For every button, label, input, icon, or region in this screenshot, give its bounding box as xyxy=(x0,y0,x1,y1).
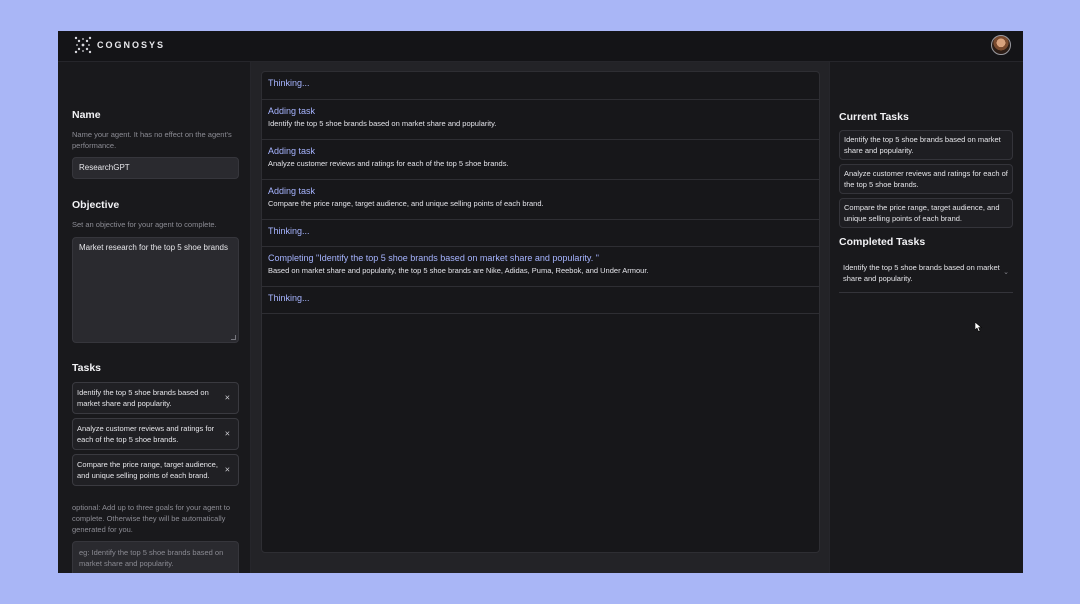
app-window: COGNOSYS Name Name your agent. It has no… xyxy=(58,31,1023,573)
agent-log[interactable]: Thinking... Adding task Identify the top… xyxy=(261,71,820,553)
task-chip-label: Identify the top 5 shoe brands based on … xyxy=(77,388,209,408)
current-task-card[interactable]: Analyze customer reviews and ratings for… xyxy=(839,164,1013,194)
task-chip-label: Analyze customer reviews and ratings for… xyxy=(77,424,215,444)
log-entry-heading: Adding task xyxy=(268,106,316,116)
mouse-cursor-icon xyxy=(975,322,983,332)
log-entry-text: Compare the price range, target audience… xyxy=(268,199,544,208)
current-task-card[interactable]: Identify the top 5 shoe brands based on … xyxy=(839,130,1013,160)
objective-title: Objective xyxy=(72,199,120,211)
logo-icon xyxy=(74,36,92,54)
log-entry-heading: Thinking... xyxy=(268,226,310,236)
current-tasks-title: Current Tasks xyxy=(839,111,909,123)
close-icon[interactable]: × xyxy=(225,429,230,440)
new-task-placeholder: eg: Identify the top 5 shoe brands based… xyxy=(79,548,224,568)
log-entry-heading: Thinking... xyxy=(268,78,310,88)
completed-tasks-title: Completed Tasks xyxy=(839,236,926,248)
log-entry-heading: Thinking... xyxy=(268,293,310,303)
task-chip: Analyze customer reviews and ratings for… xyxy=(72,418,239,450)
agent-name-input[interactable]: ResearchGPT xyxy=(72,157,239,179)
log-entry-heading: Completing "Identify the top 5 shoe bran… xyxy=(268,253,599,263)
objective-textarea[interactable]: Market research for the top 5 shoe brand… xyxy=(72,237,239,343)
log-entry-heading: Adding task xyxy=(268,186,316,196)
log-entry: Thinking... xyxy=(262,72,819,100)
main-area: Thinking... Adding task Identify the top… xyxy=(251,62,829,573)
user-avatar[interactable] xyxy=(991,35,1011,55)
name-title: Name xyxy=(72,109,101,121)
new-task-textarea[interactable]: eg: Identify the top 5 shoe brands based… xyxy=(72,541,239,573)
top-bar: COGNOSYS xyxy=(58,31,1023,62)
completed-task-item[interactable]: Identify the top 5 shoe brands based on … xyxy=(839,258,1013,293)
chevron-down-icon[interactable]: ⌄ xyxy=(1003,267,1009,278)
resize-handle-icon[interactable] xyxy=(231,335,236,340)
log-entry: Adding task Identify the top 5 shoe bran… xyxy=(262,100,819,140)
name-hint: Name your agent. It has no effect on the… xyxy=(72,130,232,150)
log-entry: Thinking... xyxy=(262,220,819,247)
log-entry-text: Analyze customer reviews and ratings for… xyxy=(268,159,509,168)
log-entry: Thinking... xyxy=(262,287,819,314)
tasks-title: Tasks xyxy=(72,362,101,374)
log-entry: Completing "Identify the top 5 shoe bran… xyxy=(262,247,819,287)
logo-text: COGNOSYS xyxy=(97,40,166,50)
task-chip: Compare the price range, target audience… xyxy=(72,454,239,486)
tasks-hint: optional: Add up to three goals for your… xyxy=(72,503,231,534)
current-task-card[interactable]: Compare the price range, target audience… xyxy=(839,198,1013,228)
objective-hint: Set an objective for your agent to compl… xyxy=(72,220,217,229)
log-entry: Adding task Compare the price range, tar… xyxy=(262,180,819,220)
completed-task-label: Identify the top 5 shoe brands based on … xyxy=(843,263,1000,283)
log-entry: Adding task Analyze customer reviews and… xyxy=(262,140,819,180)
task-status-panel: Current Tasks Identify the top 5 shoe br… xyxy=(829,62,1023,573)
agent-config-panel: Name Name your agent. It has no effect o… xyxy=(58,62,251,573)
log-entry-text: Identify the top 5 shoe brands based on … xyxy=(268,119,497,128)
log-entry-heading: Adding task xyxy=(268,146,316,156)
task-chip-label: Compare the price range, target audience… xyxy=(77,460,218,480)
log-entry-text: Based on market share and popularity, th… xyxy=(268,266,649,275)
logo[interactable]: COGNOSYS xyxy=(74,36,165,54)
close-icon[interactable]: × xyxy=(225,393,230,404)
task-chip: Identify the top 5 shoe brands based on … xyxy=(72,382,239,414)
objective-text: Market research for the top 5 shoe brand… xyxy=(79,243,228,252)
close-icon[interactable]: × xyxy=(225,465,230,476)
